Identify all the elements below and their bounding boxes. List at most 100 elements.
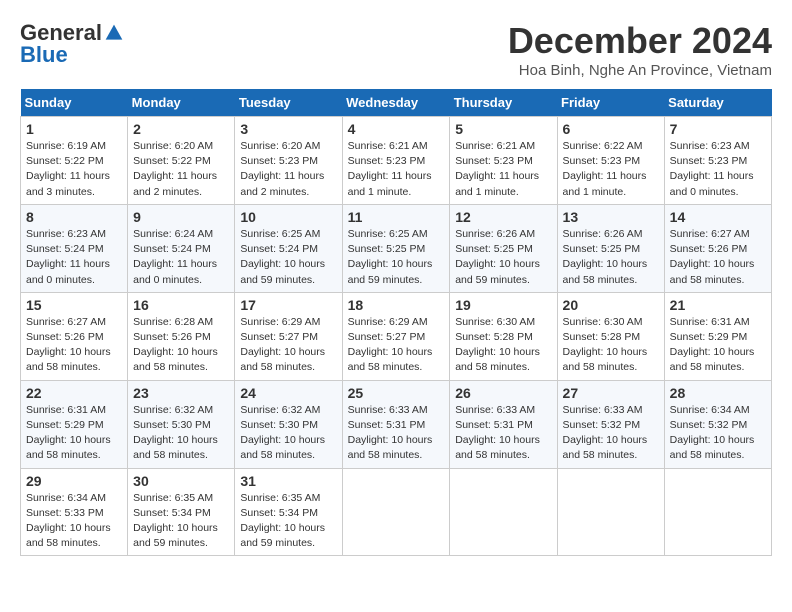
day-info: Sunrise: 6:33 AMSunset: 5:31 PMDaylight:… xyxy=(455,403,551,464)
calendar-day-cell: 13 Sunrise: 6:26 AMSunset: 5:25 PMDayligh… xyxy=(557,204,664,292)
calendar-day-cell: 24Sunrise: 6:32 AMSunset: 5:30 PMDayligh… xyxy=(235,380,342,468)
calendar-day-cell: 17 Sunrise: 6:29 AMSunset: 5:27 PMDayligh… xyxy=(235,292,342,380)
day-number: 27 xyxy=(563,385,659,401)
empty-cell xyxy=(342,468,450,556)
day-number: 14 xyxy=(670,209,766,225)
day-info: Sunrise: 6:23 AMSunset: 5:24 PMDaylight:… xyxy=(26,227,122,288)
calendar-table: SundayMondayTuesdayWednesdayThursdayFrid… xyxy=(20,89,772,556)
empty-cell xyxy=(450,468,557,556)
day-info: Sunrise: 6:34 AMSunset: 5:33 PMDaylight:… xyxy=(26,491,122,552)
calendar-day-cell: 9 Sunrise: 6:24 AMSunset: 5:24 PMDaylight… xyxy=(128,204,235,292)
day-number: 1 xyxy=(26,121,122,137)
day-number: 22 xyxy=(26,385,122,401)
calendar-day-cell: 15 Sunrise: 6:27 AMSunset: 5:26 PMDayligh… xyxy=(21,292,128,380)
calendar-day-cell: 10Sunrise: 6:25 AMSunset: 5:24 PMDayligh… xyxy=(235,204,342,292)
calendar-header-friday: Friday xyxy=(557,89,664,117)
day-number: 18 xyxy=(348,297,445,313)
day-number: 30 xyxy=(133,473,229,489)
calendar-header-tuesday: Tuesday xyxy=(235,89,342,117)
day-number: 3 xyxy=(240,121,336,137)
day-info: Sunrise: 6:30 AMSunset: 5:28 PMDaylight:… xyxy=(455,315,551,376)
calendar-week-row: 1 Sunrise: 6:19 AMSunset: 5:22 PMDaylight… xyxy=(21,117,772,205)
day-info: Sunrise: 6:33 AMSunset: 5:32 PMDaylight:… xyxy=(563,403,659,464)
day-number: 20 xyxy=(563,297,659,313)
calendar-day-cell: 12Sunrise: 6:26 AMSunset: 5:25 PMDayligh… xyxy=(450,204,557,292)
calendar-day-cell: 25 Sunrise: 6:33 AMSunset: 5:31 PMDayligh… xyxy=(342,380,450,468)
month-title: December 2024 xyxy=(508,20,772,62)
calendar-day-cell: 16Sunrise: 6:28 AMSunset: 5:26 PMDayligh… xyxy=(128,292,235,380)
day-info: Sunrise: 6:34 AMSunset: 5:32 PMDaylight:… xyxy=(670,403,766,464)
day-number: 25 xyxy=(348,385,445,401)
calendar-day-cell: 8 Sunrise: 6:23 AMSunset: 5:24 PMDaylight… xyxy=(21,204,128,292)
day-info: Sunrise: 6:25 AMSunset: 5:25 PMDaylight:… xyxy=(348,227,445,288)
logo-blue-text: Blue xyxy=(20,42,68,68)
day-info: Sunrise: 6:26 AMSunset: 5:25 PMDaylight:… xyxy=(455,227,551,288)
calendar-day-cell: 2 Sunrise: 6:20 AMSunset: 5:22 PMDaylight… xyxy=(128,117,235,205)
day-number: 2 xyxy=(133,121,229,137)
day-info: Sunrise: 6:26 AMSunset: 5:25 PMDaylight:… xyxy=(563,227,659,288)
day-number: 26 xyxy=(455,385,551,401)
day-info: Sunrise: 6:27 AMSunset: 5:26 PMDaylight:… xyxy=(26,315,122,376)
day-info: Sunrise: 6:33 AMSunset: 5:31 PMDaylight:… xyxy=(348,403,445,464)
day-number: 8 xyxy=(26,209,122,225)
day-number: 11 xyxy=(348,209,445,225)
day-number: 13 xyxy=(563,209,659,225)
calendar-header-wednesday: Wednesday xyxy=(342,89,450,117)
day-info: Sunrise: 6:20 AMSunset: 5:23 PMDaylight:… xyxy=(240,139,336,200)
day-info: Sunrise: 6:31 AMSunset: 5:29 PMDaylight:… xyxy=(670,315,766,376)
calendar-day-cell: 27 Sunrise: 6:33 AMSunset: 5:32 PMDayligh… xyxy=(557,380,664,468)
day-info: Sunrise: 6:35 AMSunset: 5:34 PMDaylight:… xyxy=(133,491,229,552)
day-number: 7 xyxy=(670,121,766,137)
calendar-day-cell: 19 Sunrise: 6:30 AMSunset: 5:28 PMDayligh… xyxy=(450,292,557,380)
day-number: 15 xyxy=(26,297,122,313)
calendar-day-cell: 21 Sunrise: 6:31 AMSunset: 5:29 PMDayligh… xyxy=(664,292,771,380)
calendar-day-cell: 29Sunrise: 6:34 AMSunset: 5:33 PMDayligh… xyxy=(21,468,128,556)
calendar-day-cell: 3 Sunrise: 6:20 AMSunset: 5:23 PMDaylight… xyxy=(235,117,342,205)
calendar-day-cell: 5 Sunrise: 6:21 AMSunset: 5:23 PMDaylight… xyxy=(450,117,557,205)
day-info: Sunrise: 6:27 AMSunset: 5:26 PMDaylight:… xyxy=(670,227,766,288)
day-number: 31 xyxy=(240,473,336,489)
calendar-header-monday: Monday xyxy=(128,89,235,117)
calendar-day-cell: 18 Sunrise: 6:29 AMSunset: 5:27 PMDayligh… xyxy=(342,292,450,380)
calendar-day-cell: 1 Sunrise: 6:19 AMSunset: 5:22 PMDaylight… xyxy=(21,117,128,205)
day-info: Sunrise: 6:21 AMSunset: 5:23 PMDaylight:… xyxy=(455,139,551,200)
day-info: Sunrise: 6:20 AMSunset: 5:22 PMDaylight:… xyxy=(133,139,229,200)
day-number: 10 xyxy=(240,209,336,225)
location: Hoa Binh, Nghe An Province, Vietnam xyxy=(508,62,772,79)
day-number: 28 xyxy=(670,385,766,401)
calendar-day-cell: 30 Sunrise: 6:35 AMSunset: 5:34 PMDayligh… xyxy=(128,468,235,556)
day-info: Sunrise: 6:32 AMSunset: 5:30 PMDaylight:… xyxy=(240,403,336,464)
logo-icon xyxy=(104,23,124,43)
day-info: Sunrise: 6:19 AMSunset: 5:22 PMDaylight:… xyxy=(26,139,122,200)
calendar-day-cell: 7 Sunrise: 6:23 AMSunset: 5:23 PMDaylight… xyxy=(664,117,771,205)
day-number: 9 xyxy=(133,209,229,225)
day-number: 5 xyxy=(455,121,551,137)
day-info: Sunrise: 6:30 AMSunset: 5:28 PMDaylight:… xyxy=(563,315,659,376)
calendar-header-sunday: Sunday xyxy=(21,89,128,117)
day-info: Sunrise: 6:28 AMSunset: 5:26 PMDaylight:… xyxy=(133,315,229,376)
day-number: 17 xyxy=(240,297,336,313)
day-info: Sunrise: 6:24 AMSunset: 5:24 PMDaylight:… xyxy=(133,227,229,288)
day-info: Sunrise: 6:22 AMSunset: 5:23 PMDaylight:… xyxy=(563,139,659,200)
day-number: 21 xyxy=(670,297,766,313)
calendar-day-cell: 4 Sunrise: 6:21 AMSunset: 5:23 PMDaylight… xyxy=(342,117,450,205)
day-info: Sunrise: 6:32 AMSunset: 5:30 PMDaylight:… xyxy=(133,403,229,464)
calendar-week-row: 15 Sunrise: 6:27 AMSunset: 5:26 PMDayligh… xyxy=(21,292,772,380)
calendar-day-cell: 6Sunrise: 6:22 AMSunset: 5:23 PMDaylight… xyxy=(557,117,664,205)
logo: General Blue xyxy=(20,20,124,68)
day-number: 23 xyxy=(133,385,229,401)
calendar-day-cell: 11 Sunrise: 6:25 AMSunset: 5:25 PMDayligh… xyxy=(342,204,450,292)
day-number: 4 xyxy=(348,121,445,137)
day-number: 19 xyxy=(455,297,551,313)
calendar-day-cell: 14 Sunrise: 6:27 AMSunset: 5:26 PMDayligh… xyxy=(664,204,771,292)
day-info: Sunrise: 6:29 AMSunset: 5:27 PMDaylight:… xyxy=(348,315,445,376)
calendar-day-cell: 26 Sunrise: 6:33 AMSunset: 5:31 PMDayligh… xyxy=(450,380,557,468)
calendar-week-row: 22Sunrise: 6:31 AMSunset: 5:29 PMDayligh… xyxy=(21,380,772,468)
day-info: Sunrise: 6:29 AMSunset: 5:27 PMDaylight:… xyxy=(240,315,336,376)
empty-cell xyxy=(557,468,664,556)
calendar-header-saturday: Saturday xyxy=(664,89,771,117)
calendar-day-cell: 28 Sunrise: 6:34 AMSunset: 5:32 PMDayligh… xyxy=(664,380,771,468)
empty-cell xyxy=(664,468,771,556)
day-info: Sunrise: 6:21 AMSunset: 5:23 PMDaylight:… xyxy=(348,139,445,200)
day-info: Sunrise: 6:23 AMSunset: 5:23 PMDaylight:… xyxy=(670,139,766,200)
